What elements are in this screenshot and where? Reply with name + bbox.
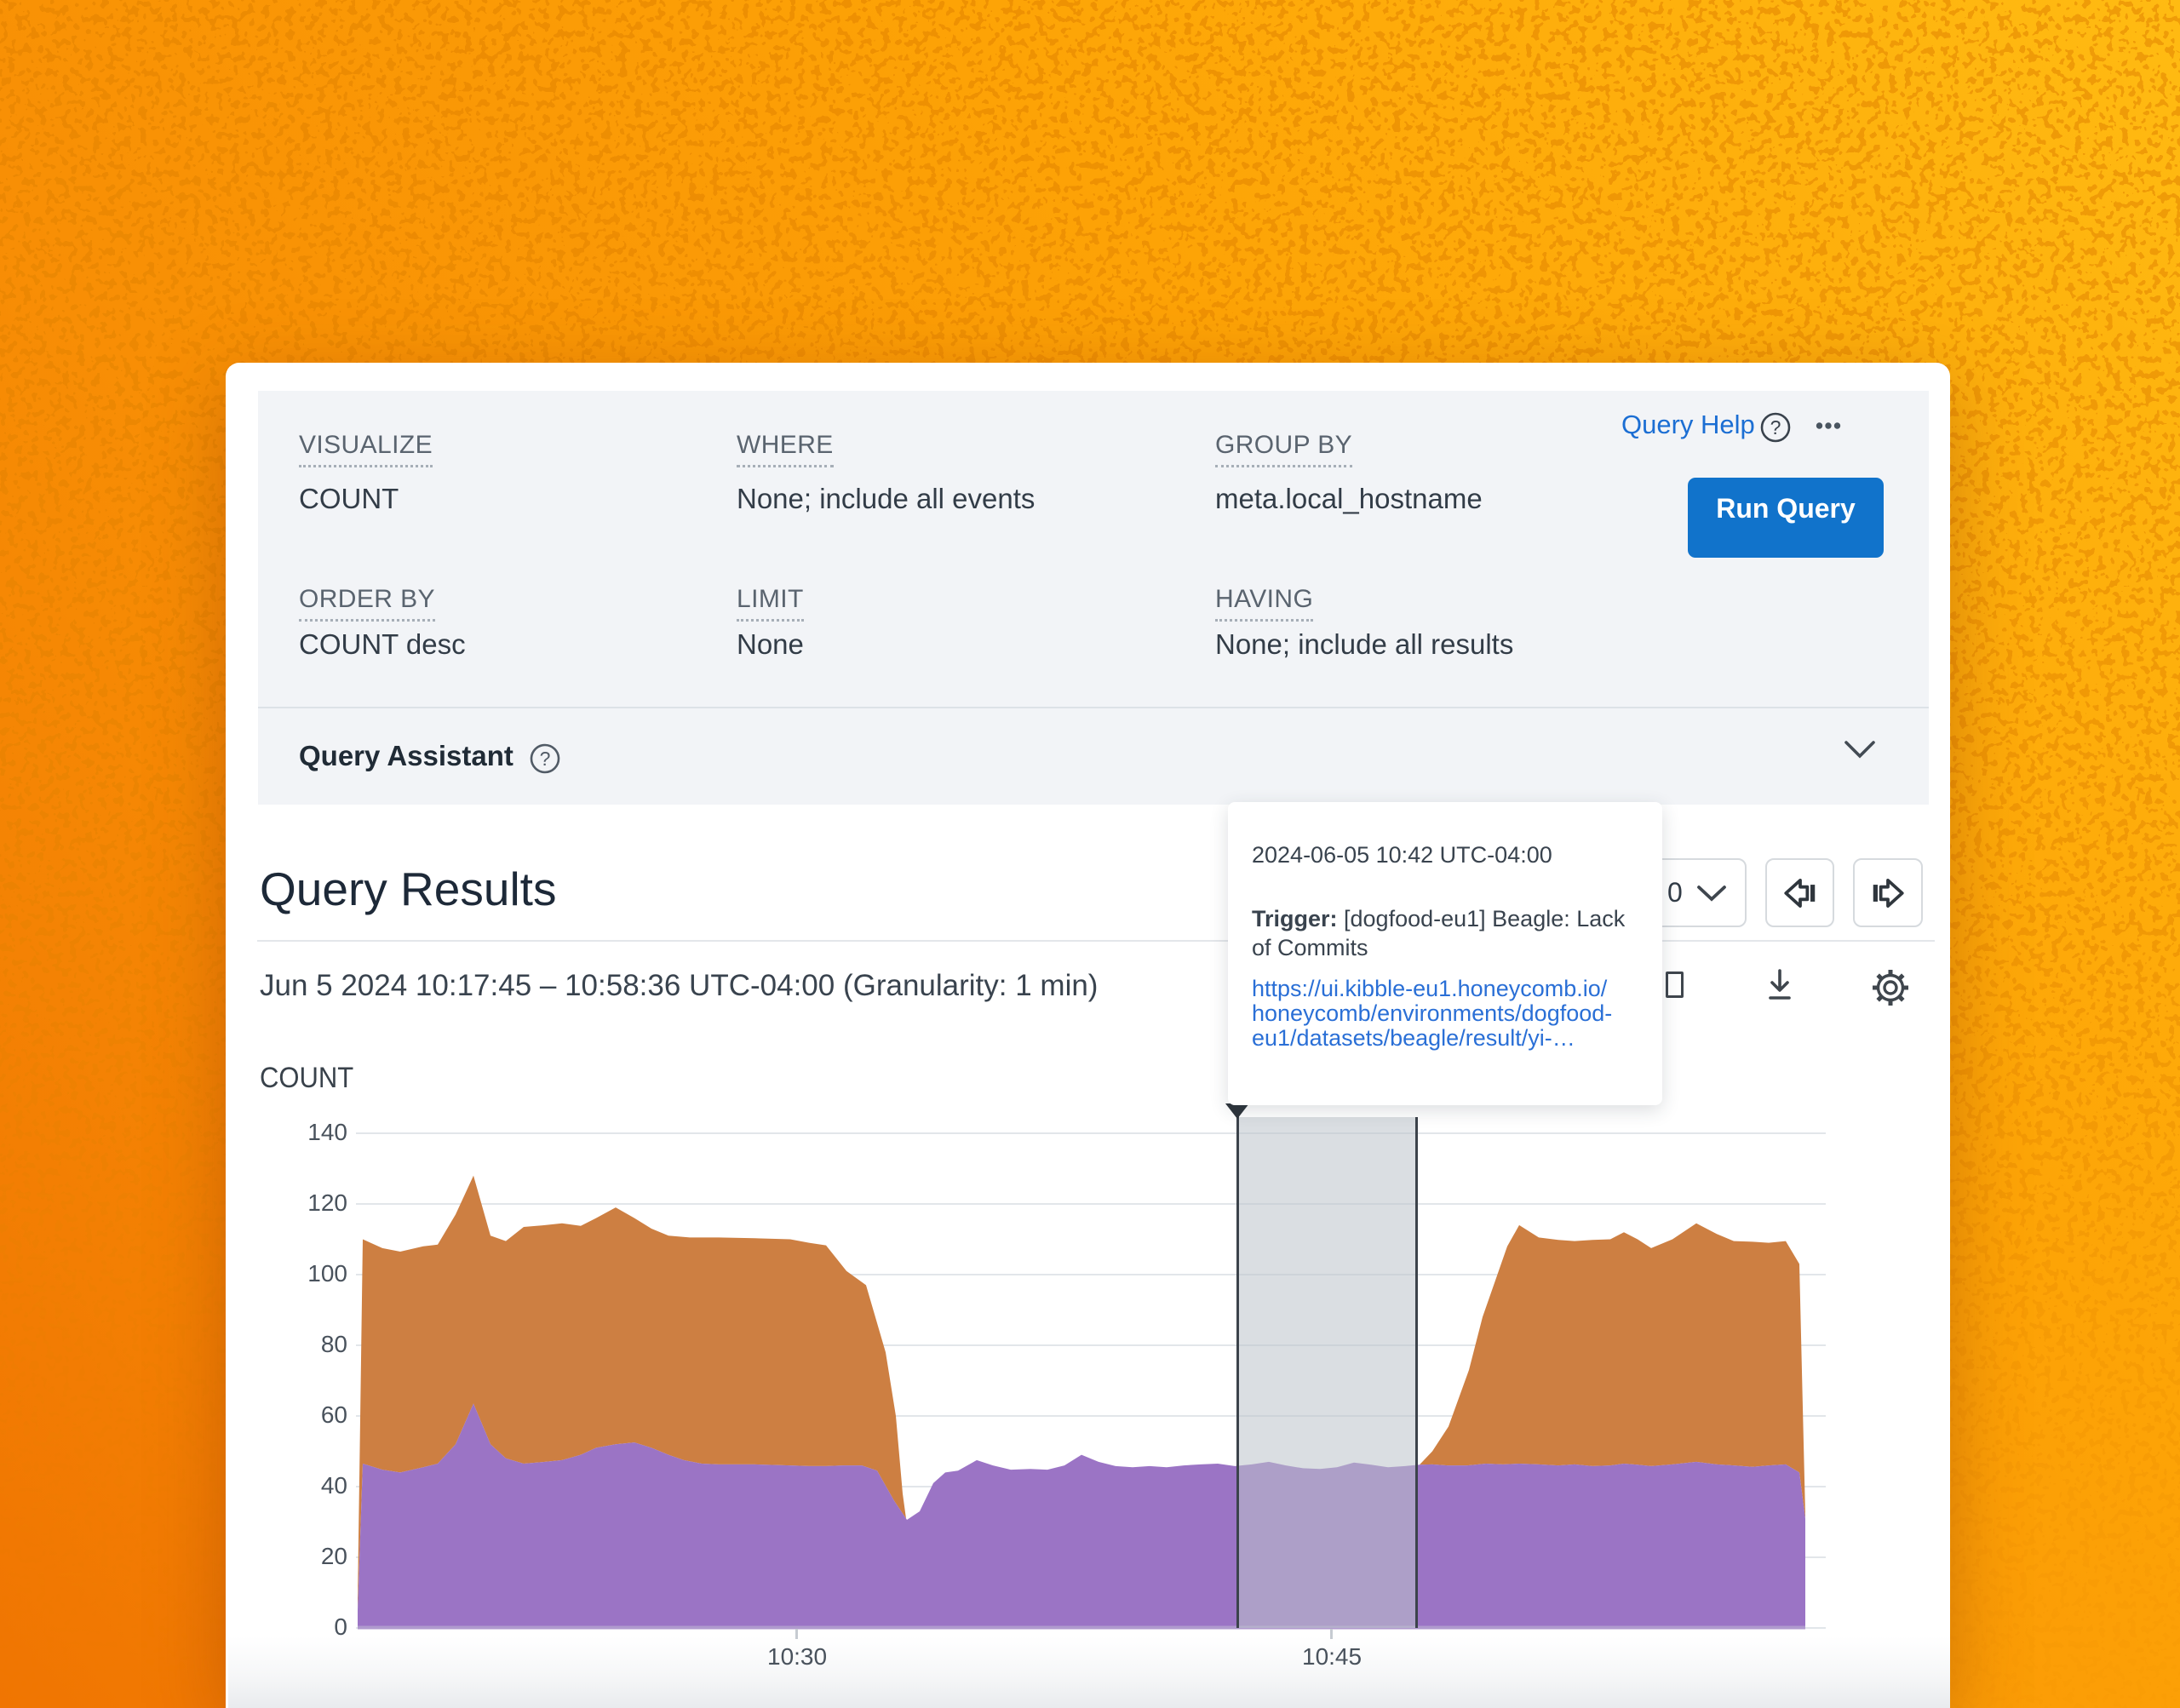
svg-text:?: ?: [1770, 416, 1781, 438]
svg-text:?: ?: [540, 748, 551, 770]
